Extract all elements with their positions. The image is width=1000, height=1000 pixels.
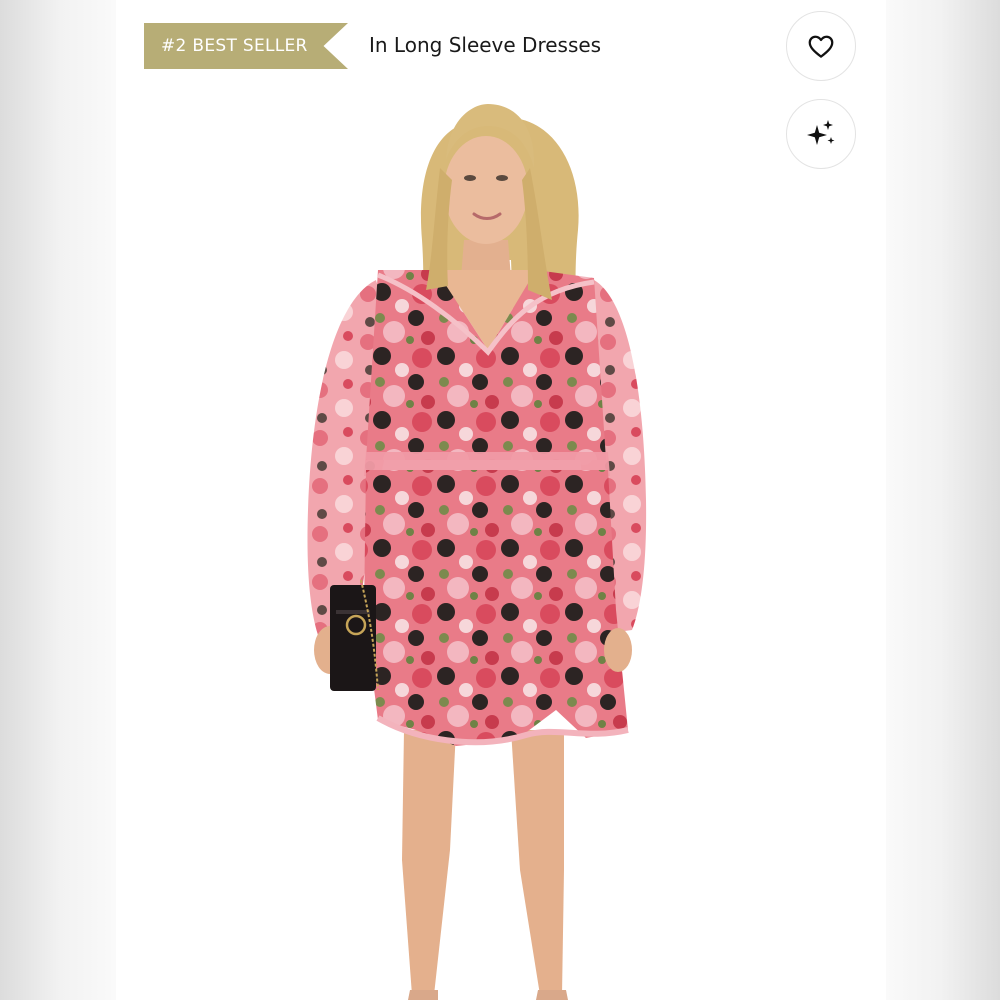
best-seller-label: #2 BEST SELLER	[161, 36, 308, 56]
product-photo	[307, 104, 647, 1000]
category-link[interactable]: In Long Sleeve Dresses	[369, 33, 601, 57]
product-image-card: #2 BEST SELLER In Long Sleeve Dresses	[116, 0, 886, 1000]
favorite-button[interactable]	[786, 11, 856, 81]
heart-icon	[808, 35, 834, 58]
best-seller-badge: #2 BEST SELLER	[144, 23, 348, 69]
